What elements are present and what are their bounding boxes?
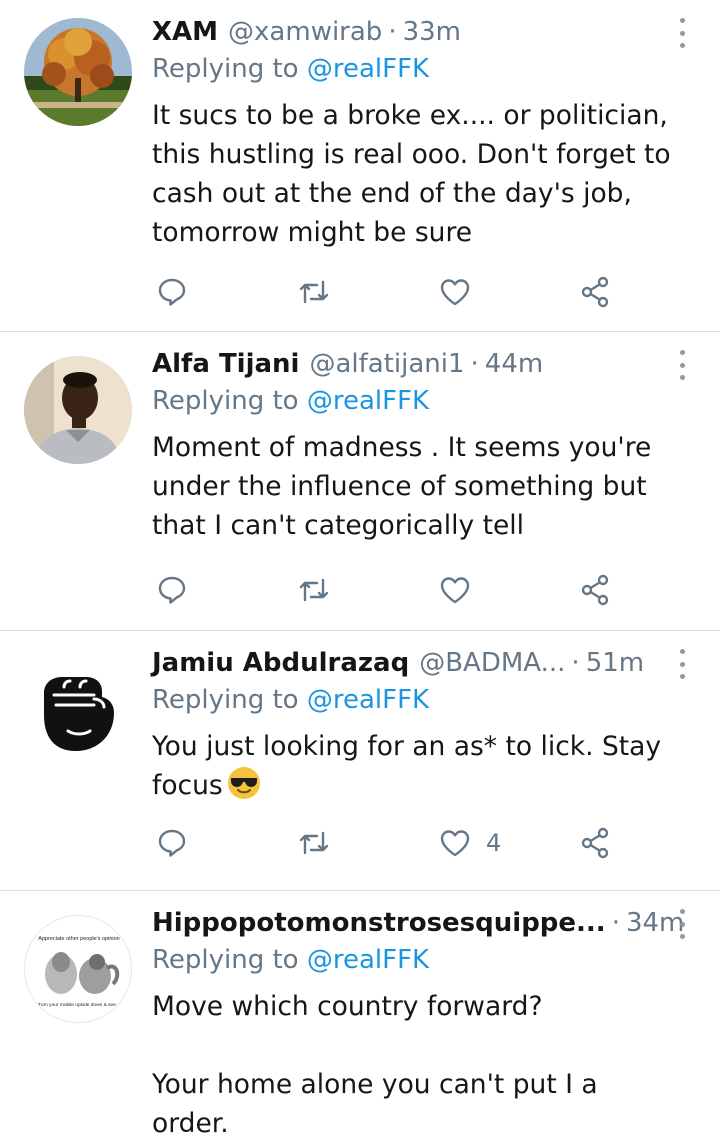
mention-link[interactable]: @realFFK: [307, 945, 429, 975]
user-handle[interactable]: @alfatijani1: [309, 349, 464, 379]
reply-button[interactable]: [156, 570, 188, 610]
reply-icon: [158, 278, 186, 306]
replying-to-label: Replying to: [152, 945, 299, 975]
heart-icon: [440, 830, 470, 857]
tweet-header: Jamiu Abdulrazaq @BADMA... · 51m: [152, 645, 660, 681]
heart-icon: [440, 279, 470, 306]
reply-icon: [158, 576, 186, 604]
like-count: 4: [486, 829, 502, 857]
like-button[interactable]: [438, 570, 486, 610]
replying-to: Replying to @realFFK: [152, 945, 429, 975]
retweet-icon: [299, 280, 329, 304]
avatar[interactable]: [24, 18, 132, 126]
avatar[interactable]: [24, 653, 132, 761]
replying-to: Replying to @realFFK: [152, 54, 429, 84]
separator-dot: ·: [388, 17, 397, 47]
action-bar: [152, 272, 622, 312]
avatar-caption-bottom: Turn your mobile upside down & see...: [38, 1002, 120, 1008]
tweet[interactable]: Appreciate other people's opinion Turn y…: [0, 891, 720, 1139]
retweet-button[interactable]: [296, 272, 332, 312]
tweet-header: Alfa Tijani @alfatijani1 · 44m: [152, 346, 660, 382]
avatar[interactable]: Appreciate other people's opinion Turn y…: [24, 915, 132, 1023]
tweet[interactable]: Alfa Tijani @alfatijani1 · 44m Replying …: [0, 332, 720, 631]
heart-icon: [440, 577, 470, 604]
share-icon: [581, 827, 609, 859]
display-name[interactable]: Hippopotomonstrosesquippe...: [152, 908, 606, 938]
user-handle[interactable]: @BADMA...: [419, 648, 565, 678]
avatar-caption-top: Appreciate other people's opinion: [38, 936, 119, 942]
retweet-icon: [299, 831, 329, 855]
tweet-header: Hippopotomonstrosesquippe... · 34m: [152, 905, 684, 941]
reply-button[interactable]: [156, 823, 188, 863]
share-button[interactable]: [578, 570, 612, 610]
retweet-button[interactable]: [296, 570, 332, 610]
replying-to-label: Replying to: [152, 54, 299, 84]
tweet-text: Move which country forward? Your home al…: [152, 991, 598, 1139]
more-options-icon[interactable]: [674, 649, 690, 679]
timestamp[interactable]: 51m: [586, 648, 644, 678]
share-icon: [581, 574, 609, 606]
sunglasses-emoji-icon: [227, 767, 260, 799]
tweet[interactable]: Jamiu Abdulrazaq @BADMA... · 51m Replyin…: [0, 631, 720, 891]
replying-to: Replying to @realFFK: [152, 386, 429, 416]
avatar[interactable]: [24, 356, 132, 464]
replying-to-label: Replying to: [152, 685, 299, 715]
tweet-text: It sucs to be a broke ex.... or politici…: [152, 100, 671, 248]
action-bar: [152, 570, 622, 610]
display-name[interactable]: XAM: [152, 17, 218, 47]
display-name[interactable]: Jamiu Abdulrazaq: [152, 648, 409, 678]
reply-button[interactable]: [156, 272, 188, 312]
user-handle[interactable]: @xamwirab: [228, 17, 382, 47]
reply-icon: [158, 829, 186, 857]
mention-link[interactable]: @realFFK: [307, 54, 429, 84]
separator-dot: ·: [571, 648, 580, 678]
more-options-icon[interactable]: [674, 909, 690, 939]
more-options-icon[interactable]: [674, 350, 690, 380]
mention-link[interactable]: @realFFK: [307, 685, 429, 715]
separator-dot: ·: [470, 349, 479, 379]
tweet-text: You just looking for an as* to lick. Sta…: [152, 727, 680, 805]
like-button[interactable]: [438, 272, 486, 312]
retweet-icon: [299, 578, 329, 602]
tweet[interactable]: XAM @xamwirab · 33m Replying to @realFFK…: [0, 0, 720, 332]
display-name[interactable]: Alfa Tijani: [152, 349, 299, 379]
tweet-text: Moment of madness . It seems you're unde…: [152, 432, 652, 541]
replying-to: Replying to @realFFK: [152, 685, 429, 715]
timestamp[interactable]: 33m: [403, 17, 461, 47]
action-bar: 4: [152, 823, 622, 863]
more-options-icon[interactable]: [674, 18, 690, 48]
mention-link[interactable]: @realFFK: [307, 386, 429, 416]
like-button[interactable]: 4: [438, 823, 501, 863]
separator-dot: ·: [611, 908, 620, 938]
share-button[interactable]: [578, 823, 612, 863]
tweet-header: XAM @xamwirab · 33m: [152, 14, 660, 50]
retweet-button[interactable]: [296, 823, 332, 863]
timestamp[interactable]: 44m: [485, 349, 543, 379]
share-icon: [581, 276, 609, 308]
replying-to-label: Replying to: [152, 386, 299, 416]
share-button[interactable]: [578, 272, 612, 312]
